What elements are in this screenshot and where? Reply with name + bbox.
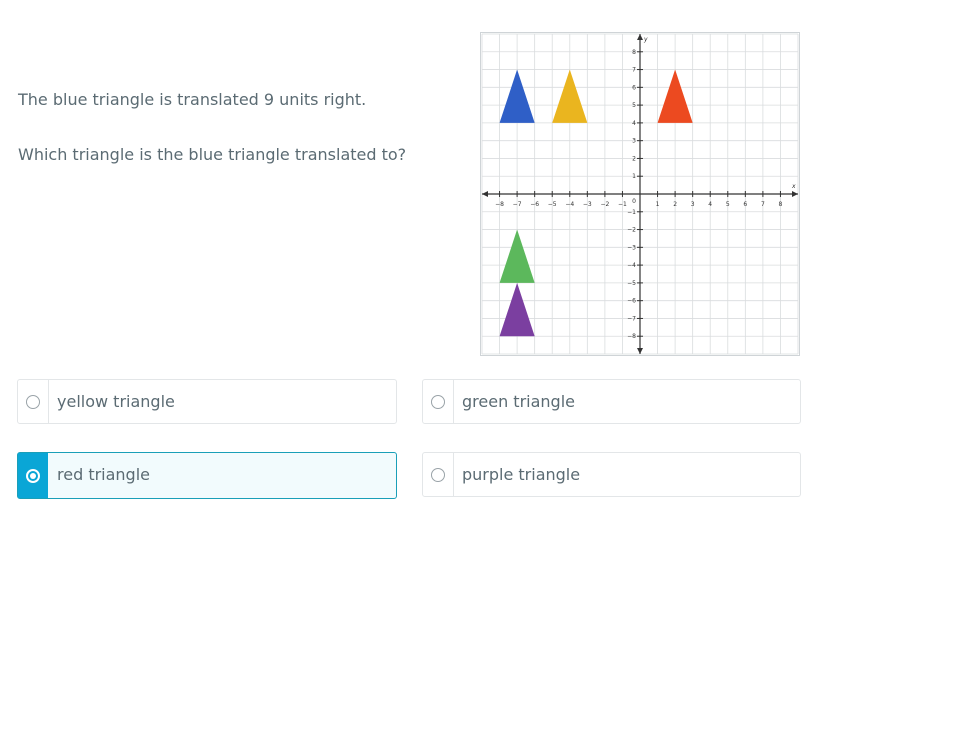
y-tick-label: −3 — [627, 244, 636, 251]
x-tick-label: 5 — [726, 201, 730, 208]
option-label: green triangle — [462, 392, 575, 411]
radio-cell[interactable] — [423, 453, 454, 496]
y-tick-label: −4 — [627, 262, 636, 269]
y-tick-label: 5 — [632, 102, 636, 109]
question-line-1: The blue triangle is translated 9 units … — [18, 90, 367, 109]
y-tick-label: 7 — [632, 67, 636, 74]
x-tick-label: −1 — [618, 201, 627, 208]
y-tick-label: 1 — [632, 173, 636, 180]
radio-cell[interactable] — [423, 380, 454, 423]
x-tick-label: −6 — [530, 201, 539, 208]
y-axis-label: y — [643, 36, 648, 43]
y-tick-label: −7 — [627, 315, 636, 322]
x-tick-label: 4 — [708, 201, 712, 208]
y-tick-label: 3 — [632, 138, 636, 145]
coordinate-graph: −8 −7 −6 −5 −4 −3 −2 −1 1 2 3 4 5 6 7 8 8 7 6 5 4 3 2 1 −1 −2 −3 −4… — [480, 32, 800, 356]
x-tick-label: −3 — [583, 201, 592, 208]
x-tick-label: −4 — [565, 201, 574, 208]
x-tick-label: 2 — [673, 201, 677, 208]
y-tick-label: −1 — [627, 209, 636, 216]
option-label: yellow triangle — [57, 392, 175, 411]
graph-svg: −8 −7 −6 −5 −4 −3 −2 −1 1 2 3 4 5 6 7 8 8 7 6 5 4 3 2 1 −1 −2 −3 −4… — [480, 32, 800, 356]
answer-option-purple[interactable]: purple triangle — [422, 452, 801, 497]
y-tick-label: 4 — [632, 120, 636, 127]
y-tick-label: −6 — [627, 298, 636, 305]
y-tick-label: −5 — [627, 280, 636, 287]
y-tick-label: 2 — [632, 155, 636, 162]
origin-label: 0 — [632, 198, 636, 205]
x-tick-label: −7 — [513, 201, 522, 208]
x-tick-label: 8 — [779, 201, 783, 208]
option-label: red triangle — [57, 465, 150, 484]
answer-option-green[interactable]: green triangle — [422, 379, 801, 424]
x-tick-label: 1 — [656, 201, 660, 208]
option-label: purple triangle — [462, 465, 581, 484]
answer-option-yellow[interactable]: yellow triangle — [17, 379, 397, 424]
x-tick-label: 6 — [743, 201, 747, 208]
x-axis-label: x — [791, 183, 796, 190]
x-tick-label: −2 — [600, 201, 609, 208]
radio-cell[interactable] — [18, 453, 48, 498]
y-tick-label: −2 — [627, 227, 636, 234]
radio-button[interactable] — [26, 394, 40, 409]
question-line-2: Which triangle is the blue triangle tran… — [18, 145, 407, 164]
radio-button[interactable] — [431, 394, 445, 409]
radio-button-selected[interactable] — [26, 468, 40, 483]
x-tick-label: −8 — [495, 201, 504, 208]
x-tick-label: 3 — [691, 201, 695, 208]
y-tick-label: 6 — [632, 84, 636, 91]
radio-cell[interactable] — [18, 380, 49, 423]
x-tick-label: −5 — [548, 201, 557, 208]
answer-option-red[interactable]: red triangle — [17, 452, 397, 499]
y-tick-label: −8 — [627, 333, 636, 340]
x-tick-label: 7 — [761, 201, 765, 208]
radio-button[interactable] — [431, 467, 445, 482]
y-tick-label: 8 — [632, 49, 636, 56]
